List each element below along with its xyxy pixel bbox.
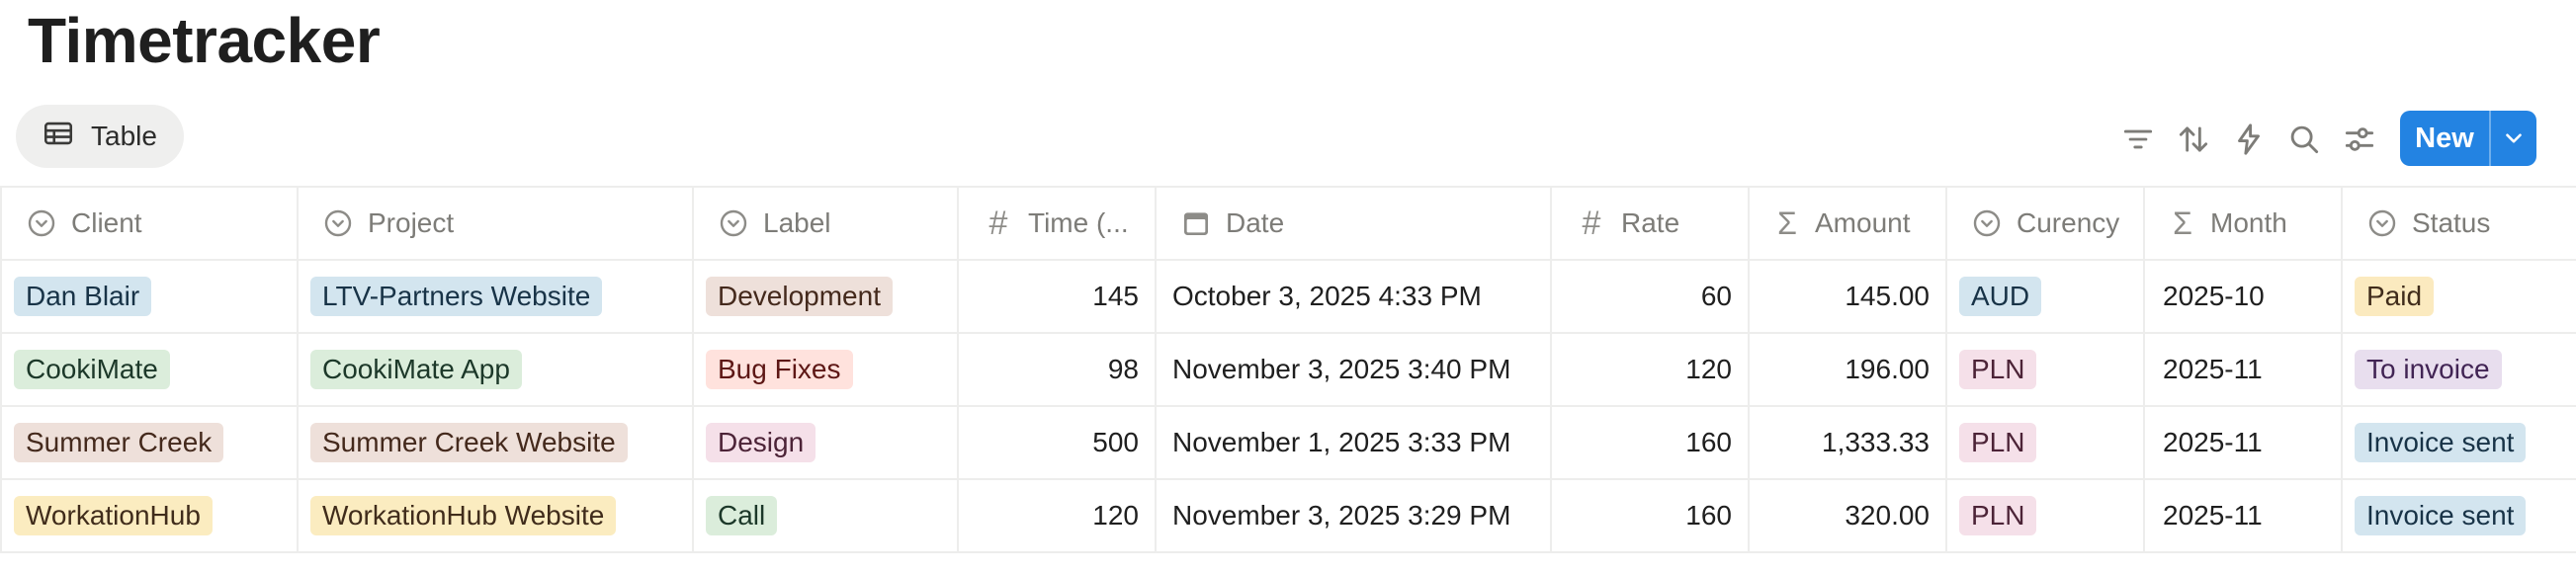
- new-button-label: New: [2415, 122, 2474, 154]
- formula-icon: Σ: [1777, 205, 1797, 241]
- data-table: Client Project Label # Time (... Date # …: [0, 186, 2576, 553]
- table-row[interactable]: CookiMate CookiMate App Bug Fixes 98 Nov…: [0, 334, 2576, 407]
- cell-status[interactable]: Paid: [2343, 261, 2576, 332]
- cell-time[interactable]: 98: [959, 334, 1157, 405]
- status-badge: To invoice: [2355, 350, 2502, 389]
- cell-client[interactable]: CookiMate: [0, 334, 299, 405]
- status-badge: Invoice sent: [2355, 496, 2527, 535]
- cell-date[interactable]: October 3, 2025 4:33 PM: [1157, 261, 1552, 332]
- label-tag: Design: [706, 423, 816, 462]
- column-header-client[interactable]: Client: [0, 188, 299, 259]
- label-tag: Call: [706, 496, 778, 535]
- cell-month[interactable]: 2025-11: [2145, 480, 2343, 551]
- select-icon: [720, 209, 747, 237]
- project-tag: LTV-Partners Website: [310, 277, 603, 316]
- cell-client[interactable]: WorkationHub: [0, 480, 299, 551]
- currency-tag: AUD: [1959, 277, 2042, 316]
- cell-time[interactable]: 500: [959, 407, 1157, 478]
- table-row[interactable]: WorkationHub WorkationHub Website Call 1…: [0, 480, 2576, 553]
- table-row[interactable]: Dan Blair LTV-Partners Website Developme…: [0, 261, 2576, 334]
- cell-status[interactable]: Invoice sent: [2343, 480, 2576, 551]
- cell-time[interactable]: 145: [959, 261, 1157, 332]
- label-tag: Bug Fixes: [706, 350, 853, 389]
- column-header-currency[interactable]: Curency: [1947, 188, 2145, 259]
- new-dropdown-button[interactable]: [2491, 125, 2536, 151]
- cell-date[interactable]: November 3, 2025 3:40 PM: [1157, 334, 1552, 405]
- cell-project[interactable]: CookiMate App: [299, 334, 694, 405]
- currency-tag: PLN: [1959, 350, 2037, 389]
- formula-icon: Σ: [2173, 205, 2192, 241]
- column-header-amount[interactable]: Σ Amount: [1750, 188, 1947, 259]
- cell-currency[interactable]: PLN: [1947, 334, 2145, 405]
- status-badge: Invoice sent: [2355, 423, 2527, 462]
- cell-label[interactable]: Design: [694, 407, 959, 478]
- cell-client[interactable]: Summer Creek: [0, 407, 299, 478]
- page-title: Timetracker: [28, 5, 381, 76]
- automation-icon[interactable]: [2230, 121, 2268, 158]
- cell-rate[interactable]: 120: [1552, 334, 1750, 405]
- cell-project[interactable]: LTV-Partners Website: [299, 261, 694, 332]
- status-badge: Paid: [2355, 277, 2435, 316]
- project-tag: Summer Creek Website: [310, 423, 628, 462]
- column-header-rate[interactable]: # Rate: [1552, 188, 1750, 259]
- filter-icon[interactable]: [2119, 121, 2157, 158]
- cell-rate[interactable]: 160: [1552, 480, 1750, 551]
- toolbar: [0, 111, 2576, 168]
- select-icon: [2368, 209, 2396, 237]
- column-header-time[interactable]: # Time (...: [959, 188, 1157, 259]
- column-header-label[interactable]: Label: [694, 188, 959, 259]
- cell-project[interactable]: WorkationHub Website: [299, 480, 694, 551]
- number-icon: #: [988, 204, 1008, 242]
- column-header-project[interactable]: Project: [299, 188, 694, 259]
- cell-month[interactable]: 2025-10: [2145, 261, 2343, 332]
- cell-status[interactable]: To invoice: [2343, 334, 2576, 405]
- client-tag: Summer Creek: [14, 423, 224, 462]
- cell-status[interactable]: Invoice sent: [2343, 407, 2576, 478]
- client-tag: Dan Blair: [14, 277, 152, 316]
- currency-tag: PLN: [1959, 423, 2037, 462]
- cell-currency[interactable]: PLN: [1947, 407, 2145, 478]
- cell-month[interactable]: 2025-11: [2145, 334, 2343, 405]
- cell-amount[interactable]: 196.00: [1750, 334, 1947, 405]
- table-header-row: Client Project Label # Time (... Date # …: [0, 188, 2576, 261]
- column-header-status[interactable]: Status: [2343, 188, 2576, 259]
- cell-client[interactable]: Dan Blair: [0, 261, 299, 332]
- column-header-date[interactable]: Date: [1157, 188, 1552, 259]
- cell-label[interactable]: Call: [694, 480, 959, 551]
- sort-icon[interactable]: [2175, 121, 2212, 158]
- currency-tag: PLN: [1959, 496, 2037, 535]
- select-icon: [28, 209, 55, 237]
- select-icon: [1973, 209, 2001, 237]
- cell-project[interactable]: Summer Creek Website: [299, 407, 694, 478]
- cell-amount[interactable]: 145.00: [1750, 261, 1947, 332]
- project-tag: WorkationHub Website: [310, 496, 617, 535]
- cell-month[interactable]: 2025-11: [2145, 407, 2343, 478]
- label-tag: Development: [706, 277, 893, 316]
- chevron-down-icon: [2506, 133, 2522, 143]
- project-tag: CookiMate App: [310, 350, 522, 389]
- client-tag: CookiMate: [14, 350, 170, 389]
- cell-rate[interactable]: 60: [1552, 261, 1750, 332]
- cell-rate[interactable]: 160: [1552, 407, 1750, 478]
- client-tag: WorkationHub: [14, 496, 213, 535]
- select-icon: [324, 209, 352, 237]
- cell-label[interactable]: Development: [694, 261, 959, 332]
- cell-date[interactable]: November 3, 2025 3:29 PM: [1157, 480, 1552, 551]
- cell-date[interactable]: November 1, 2025 3:33 PM: [1157, 407, 1552, 478]
- cell-amount[interactable]: 320.00: [1750, 480, 1947, 551]
- cell-amount[interactable]: 1,333.33: [1750, 407, 1947, 478]
- cell-time[interactable]: 120: [959, 480, 1157, 551]
- cell-currency[interactable]: AUD: [1947, 261, 2145, 332]
- table-row[interactable]: Summer Creek Summer Creek Website Design…: [0, 407, 2576, 480]
- number-icon: #: [1582, 204, 1601, 242]
- new-button[interactable]: New: [2400, 111, 2536, 166]
- cell-currency[interactable]: PLN: [1947, 480, 2145, 551]
- settings-icon[interactable]: [2341, 121, 2378, 158]
- calendar-icon: [1184, 212, 1208, 235]
- column-header-month[interactable]: Σ Month: [2145, 188, 2343, 259]
- cell-label[interactable]: Bug Fixes: [694, 334, 959, 405]
- search-icon[interactable]: [2285, 121, 2323, 158]
